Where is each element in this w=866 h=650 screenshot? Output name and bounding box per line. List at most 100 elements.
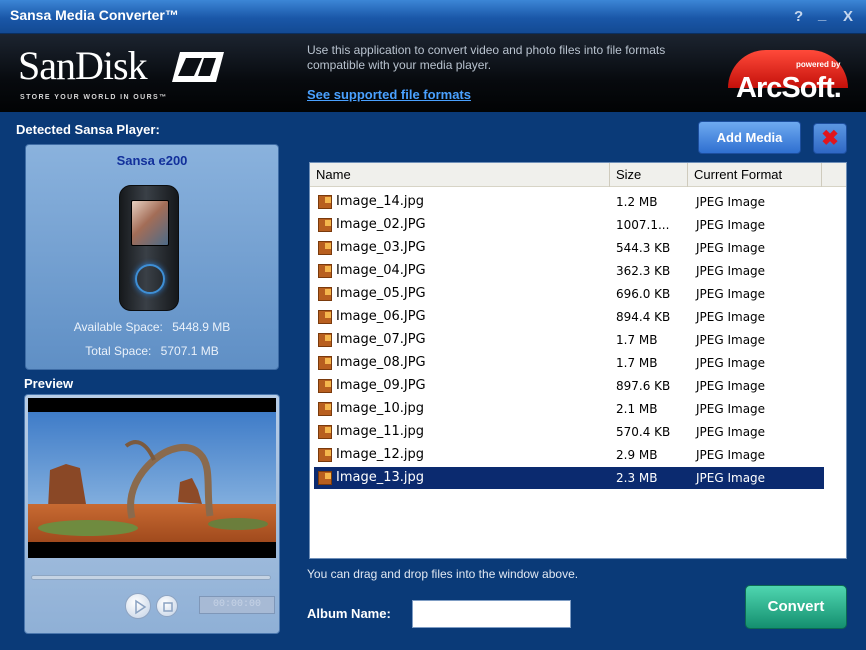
stop-button[interactable] <box>156 595 178 617</box>
file-format: JPEG Image <box>696 379 766 393</box>
banner: SanDisk STORE YOUR WORLD IN OURS™ Use th… <box>0 34 866 112</box>
jpeg-file-icon <box>318 448 332 462</box>
file-size: 897.6 KB <box>616 379 671 393</box>
jpeg-file-icon <box>318 195 332 209</box>
file-size: 2.3 MB <box>616 471 658 485</box>
album-name-input[interactable] <box>412 600 571 628</box>
available-space-value: 5448.9 MB <box>172 320 231 334</box>
file-format: JPEG Image <box>696 448 766 462</box>
window-title: Sansa Media Converter™ <box>10 7 179 23</box>
app-window: Sansa Media Converter™ ? _ X SanDisk STO… <box>0 0 866 650</box>
player-panel: Sansa e200 Available Space: 5448.9 MB To… <box>25 144 279 370</box>
remove-media-button[interactable]: ✖ <box>813 123 847 154</box>
file-row[interactable]: Image_07.JPG 1.7 MB JPEG Image <box>314 329 824 351</box>
play-button[interactable] <box>125 593 151 619</box>
jpeg-file-icon <box>318 471 332 485</box>
app-description: Use this application to convert video an… <box>307 43 666 72</box>
jpeg-file-icon <box>318 425 332 439</box>
file-format: JPEG Image <box>696 195 766 209</box>
file-size: 570.4 KB <box>616 425 671 439</box>
jpeg-file-icon <box>318 310 332 324</box>
play-icon <box>135 599 147 615</box>
file-name: Image_14.jpg <box>336 194 425 209</box>
file-row[interactable]: Image_13.jpg 2.3 MB JPEG Image <box>314 467 824 489</box>
seek-slider[interactable] <box>31 575 271 580</box>
jpeg-file-icon <box>318 402 332 416</box>
drag-drop-hint: You can drag and drop files into the win… <box>307 567 579 581</box>
jpeg-file-icon <box>318 264 332 278</box>
file-name: Image_03.JPG <box>336 240 426 255</box>
available-space-label: Available Space: <box>73 320 163 334</box>
file-row[interactable]: Image_04.JPG 362.3 KB JPEG Image <box>314 260 824 282</box>
file-name: Image_05.JPG <box>336 286 426 301</box>
file-row[interactable]: Image_08.JPG 1.7 MB JPEG Image <box>314 352 824 374</box>
file-format: JPEG Image <box>696 356 766 370</box>
arcsoft-logo: powered by ArcSoft. <box>700 50 860 108</box>
file-size: 1.7 MB <box>616 356 658 370</box>
file-format: JPEG Image <box>696 310 766 324</box>
title-bar[interactable]: Sansa Media Converter™ ? _ X <box>0 0 866 34</box>
file-size: 2.1 MB <box>616 402 658 416</box>
file-size: 362.3 KB <box>616 264 671 278</box>
file-format: JPEG Image <box>696 218 766 232</box>
preview-heading: Preview <box>24 376 74 391</box>
sandisk-logo: SanDisk <box>18 43 148 88</box>
file-name: Image_13.jpg <box>336 470 425 485</box>
file-format: JPEG Image <box>696 471 766 485</box>
file-size: 1.7 MB <box>616 333 658 347</box>
file-row[interactable]: Image_06.JPG 894.4 KB JPEG Image <box>314 306 824 328</box>
remove-icon: ✖ <box>821 127 839 150</box>
file-format: JPEG Image <box>696 425 766 439</box>
jpeg-file-icon <box>318 218 332 232</box>
file-size: 1.2 MB <box>616 195 658 209</box>
jpeg-file-icon <box>318 287 332 301</box>
file-format: JPEG Image <box>696 402 766 416</box>
total-space-value: 5707.1 MB <box>160 344 219 358</box>
file-row[interactable]: Image_10.jpg 2.1 MB JPEG Image <box>314 398 824 420</box>
powered-by-label: powered by <box>796 60 841 69</box>
preview-image <box>28 412 276 542</box>
file-row[interactable]: Image_02.JPG 1007.1... JPEG Image <box>314 214 824 236</box>
file-row[interactable]: Image_11.jpg 570.4 KB JPEG Image <box>314 421 824 443</box>
file-row[interactable]: Image_05.JPG 696.0 KB JPEG Image <box>314 283 824 305</box>
add-media-button[interactable]: Add Media <box>698 121 801 154</box>
file-list[interactable]: Name Size Current Format Image_14.jpg 1.2… <box>309 162 847 559</box>
file-name: Image_04.JPG <box>336 263 426 278</box>
convert-button[interactable]: Convert <box>745 585 847 629</box>
file-format: JPEG Image <box>696 287 766 301</box>
sandisk-logo-mark-icon <box>172 52 224 82</box>
list-header: Name Size Current Format <box>310 163 846 187</box>
preview-panel: 00:00:00 <box>24 394 280 634</box>
help-button[interactable]: ? <box>794 8 803 25</box>
arcsoft-name: ArcSoft. <box>736 72 842 104</box>
album-name-label: Album Name: <box>307 606 391 621</box>
file-name: Image_11.jpg <box>336 424 425 439</box>
minimize-button[interactable]: _ <box>818 6 826 23</box>
column-header-format[interactable]: Current Format <box>688 163 822 187</box>
preview-frame <box>28 398 276 558</box>
total-space-row: Total Space: 5707.1 MB <box>26 344 278 358</box>
stop-icon <box>163 602 173 612</box>
supported-formats-link[interactable]: See supported file formats <box>307 87 471 102</box>
file-row[interactable]: Image_09.JPG 897.6 KB JPEG Image <box>314 375 824 397</box>
close-button[interactable]: X <box>843 8 853 25</box>
file-name: Image_02.JPG <box>336 217 426 232</box>
device-wheel-icon <box>135 264 165 294</box>
device-screen <box>131 200 169 246</box>
file-name: Image_07.JPG <box>336 332 426 347</box>
file-row[interactable]: Image_12.jpg 2.9 MB JPEG Image <box>314 444 824 466</box>
file-row[interactable]: Image_03.JPG 544.3 KB JPEG Image <box>314 237 824 259</box>
available-space-row: Available Space: 5448.9 MB <box>26 320 278 334</box>
column-header-name[interactable]: Name <box>310 163 610 187</box>
jpeg-file-icon <box>318 379 332 393</box>
jpeg-file-icon <box>318 241 332 255</box>
device-image <box>119 185 179 311</box>
column-header-size[interactable]: Size <box>610 163 688 187</box>
file-row[interactable]: Image_14.jpg 1.2 MB JPEG Image <box>314 191 824 213</box>
jpeg-file-icon <box>318 333 332 347</box>
file-format: JPEG Image <box>696 333 766 347</box>
file-format: JPEG Image <box>696 241 766 255</box>
total-space-label: Total Space: <box>85 344 152 358</box>
jpeg-file-icon <box>318 356 332 370</box>
file-size: 696.0 KB <box>616 287 671 301</box>
